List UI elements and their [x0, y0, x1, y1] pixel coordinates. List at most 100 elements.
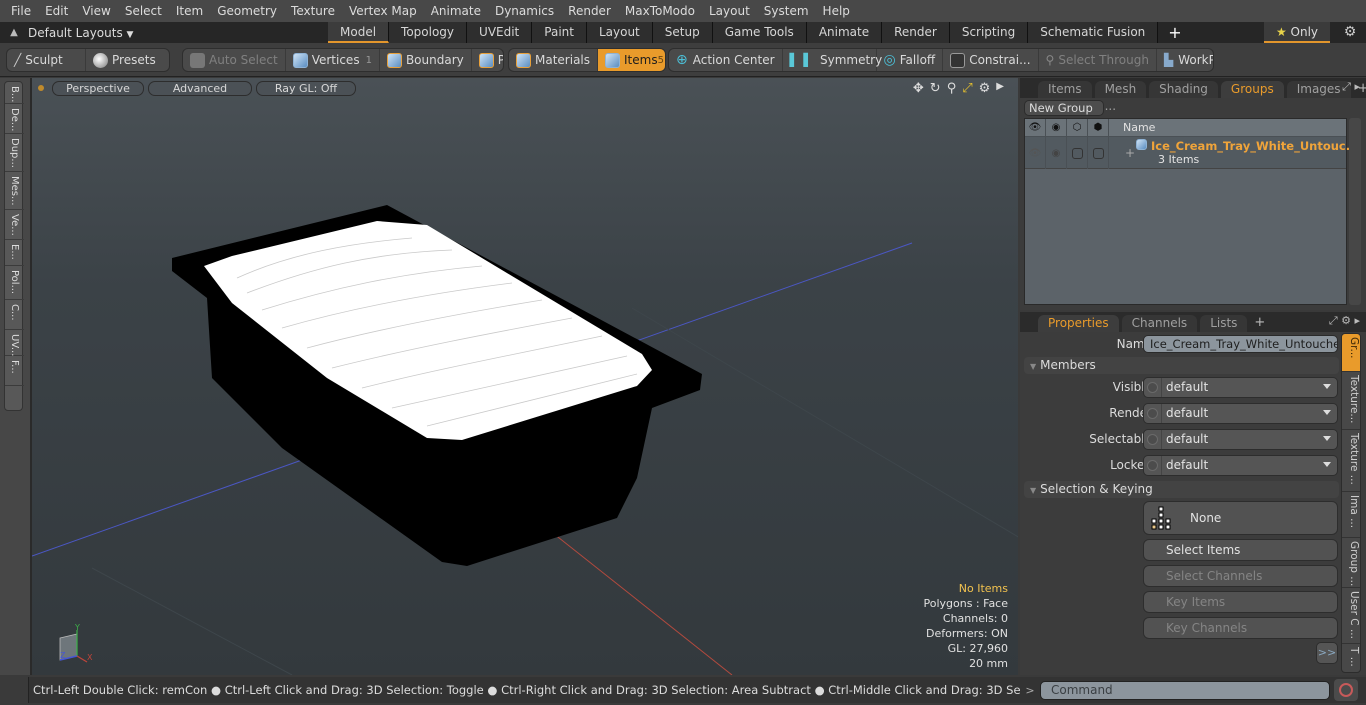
zoom-icon[interactable]: ⚲	[947, 81, 957, 96]
left-tool-tab[interactable]: F...	[5, 356, 24, 386]
properties-side-tab[interactable]: T ...	[1342, 644, 1360, 672]
layout-tab-topology[interactable]: Topology	[389, 22, 468, 43]
menu-layout[interactable]: Layout	[702, 0, 757, 22]
group-list-scrollbar[interactable]	[1349, 118, 1361, 305]
constraints-button[interactable]: Constrai...	[943, 49, 1039, 71]
layout-tab-game-tools[interactable]: Game Tools	[712, 22, 807, 43]
row-render-icon[interactable]: ◉	[1046, 137, 1067, 169]
layout-tab-render[interactable]: Render	[882, 22, 950, 43]
menu-animate[interactable]: Animate	[424, 0, 488, 22]
menu-render[interactable]: Render	[561, 0, 618, 22]
workplane-button[interactable]: ▙ WorkPlane	[1157, 49, 1213, 71]
animate-circle-icon[interactable]	[1147, 382, 1158, 393]
add-layout-tab-button[interactable]: +	[1158, 22, 1191, 43]
maximize-icon[interactable]: ⤢	[962, 81, 972, 96]
row-lock-toggle[interactable]	[1067, 137, 1088, 169]
row-visibility-icon[interactable]: 👁	[1025, 137, 1046, 169]
menu-geometry[interactable]: Geometry	[210, 0, 284, 22]
perspective-button[interactable]: Perspective	[52, 80, 144, 96]
visible-dropdown[interactable]: default	[1143, 377, 1338, 398]
collapse-up-icon[interactable]: ▲	[0, 27, 28, 38]
layout-tab-paint[interactable]: Paint	[532, 22, 587, 43]
layout-tab-model[interactable]: Model	[328, 22, 390, 43]
render-camera-icon[interactable]: ◉	[1046, 118, 1067, 137]
groups-panel-tab-shading[interactable]: Shading	[1149, 81, 1218, 98]
properties-side-tab[interactable]: Gr...	[1342, 334, 1360, 372]
left-tool-tab[interactable]: C...	[5, 300, 24, 330]
properties-panel-tab-properties[interactable]: Properties	[1038, 315, 1119, 332]
action-center-button[interactable]: ⊕ Action Center	[669, 49, 783, 71]
properties-side-tab[interactable]: Ima ...	[1342, 492, 1360, 538]
selectable-dropdown[interactable]: default	[1143, 429, 1338, 450]
auto-select-button[interactable]: Auto Select	[183, 49, 286, 71]
render-dropdown[interactable]: default	[1143, 403, 1338, 424]
add-tab-plus-icon[interactable]: +	[1250, 314, 1269, 332]
members-section-header[interactable]: ▼ Members	[1024, 357, 1339, 374]
menu-vertex-map[interactable]: Vertex Map	[342, 0, 424, 22]
rotate-icon[interactable]: ↻	[930, 81, 941, 96]
left-tool-tab[interactable]: B...	[5, 82, 24, 104]
left-tool-tab[interactable]: E...	[5, 240, 24, 266]
materials-button[interactable]: Materials	[509, 49, 599, 71]
properties-side-tab[interactable]: Group ...	[1342, 538, 1360, 588]
polygons-button[interactable]: Polygons	[472, 49, 503, 71]
group-row[interactable]: 👁 ◉ + Ice_Cream_Tray_White_Untouc... 3 I…	[1025, 137, 1359, 169]
menu-item[interactable]: Item	[169, 0, 210, 22]
menu-select[interactable]: Select	[118, 0, 169, 22]
raygl-button[interactable]: Ray GL: Off	[256, 80, 356, 96]
select-channels-button[interactable]: Select Channels	[1143, 565, 1338, 587]
viewport-gear-icon[interactable]: ⚙	[979, 81, 991, 96]
pan-icon[interactable]: ✥	[913, 81, 924, 96]
falloff-button[interactable]: ◎ Falloff	[877, 49, 944, 71]
select-cube-icon[interactable]: ⬢	[1088, 118, 1109, 137]
expand-plus-icon[interactable]: +	[1125, 146, 1135, 160]
left-tool-tab[interactable]: UV...	[5, 330, 24, 356]
only-filter-button[interactable]: ★ Only	[1264, 22, 1330, 43]
menu-system[interactable]: System	[757, 0, 816, 22]
animate-circle-icon[interactable]	[1147, 434, 1158, 445]
left-tool-tab[interactable]: Dup...	[5, 134, 24, 172]
presets-button[interactable]: Presets	[86, 49, 169, 71]
3d-viewport[interactable]: Y Z X Perspective Advanced Ray GL: Off ✥…	[30, 78, 1018, 675]
properties-side-tab[interactable]: User C ...	[1342, 588, 1360, 644]
play-arrow-icon[interactable]: ▶	[996, 81, 1004, 96]
name-field[interactable]: Ice_Cream_Tray_White_Untouched_S	[1143, 335, 1338, 353]
shading-mode-button[interactable]: Advanced	[148, 80, 252, 96]
command-input[interactable]: Command	[1040, 680, 1330, 700]
selection-keying-section-header[interactable]: ▼ Selection & Keying	[1024, 481, 1339, 498]
properties-side-tab[interactable]: Texture...	[1342, 372, 1360, 430]
groups-panel-tab-images[interactable]: Images	[1286, 81, 1351, 98]
properties-panel-tab-lists[interactable]: Lists	[1200, 315, 1248, 332]
new-group-button[interactable]: New Group	[1024, 100, 1104, 116]
more-button[interactable]: >>	[1316, 642, 1338, 664]
panel-expand-icon[interactable]: ⤢ ▸	[1342, 80, 1360, 94]
layout-tab-scripting[interactable]: Scripting	[949, 22, 1029, 43]
row-select-toggle[interactable]	[1088, 137, 1109, 169]
groups-panel-tab-items[interactable]: Items	[1038, 81, 1092, 98]
select-items-button[interactable]: Select Items	[1143, 539, 1338, 561]
none-hierarchy-button[interactable]: None	[1143, 501, 1338, 535]
select-through-button[interactable]: ⚲ Select Through	[1039, 49, 1157, 71]
visibility-eye-icon[interactable]: 👁	[1025, 118, 1046, 137]
viewport-menu-dot[interactable]	[38, 85, 44, 91]
locked-dropdown[interactable]: default	[1143, 455, 1338, 476]
layout-tab-setup[interactable]: Setup	[652, 22, 713, 43]
items-button[interactable]: Items 5	[598, 49, 665, 71]
left-tool-tab[interactable]: Pol...	[5, 266, 24, 300]
key-channels-button[interactable]: Key Channels	[1143, 617, 1338, 639]
menu-file[interactable]: File	[4, 0, 38, 22]
properties-panel-tab-channels[interactable]: Channels	[1121, 315, 1198, 332]
menu-texture[interactable]: Texture	[284, 0, 342, 22]
layout-tab-schematic-fusion[interactable]: Schematic Fusion	[1028, 22, 1159, 43]
default-layouts-dropdown[interactable]: Default Layouts ▼	[28, 26, 328, 40]
panel-options-icon[interactable]: ⤢ ⚙ ▸	[1329, 314, 1360, 328]
left-tool-tab[interactable]: De...	[5, 104, 24, 134]
layout-tab-animate[interactable]: Animate	[806, 22, 883, 43]
symmetry-button[interactable]: ▌▐ Symmetry	[783, 49, 882, 71]
animate-circle-icon[interactable]	[1147, 460, 1158, 471]
menu-view[interactable]: View	[75, 0, 117, 22]
menu-edit[interactable]: Edit	[38, 0, 75, 22]
groups-panel-tab-groups[interactable]: Groups	[1220, 81, 1284, 98]
vertices-button[interactable]: Vertices 1	[286, 49, 380, 71]
left-tool-tab[interactable]: Mes...	[5, 172, 24, 210]
